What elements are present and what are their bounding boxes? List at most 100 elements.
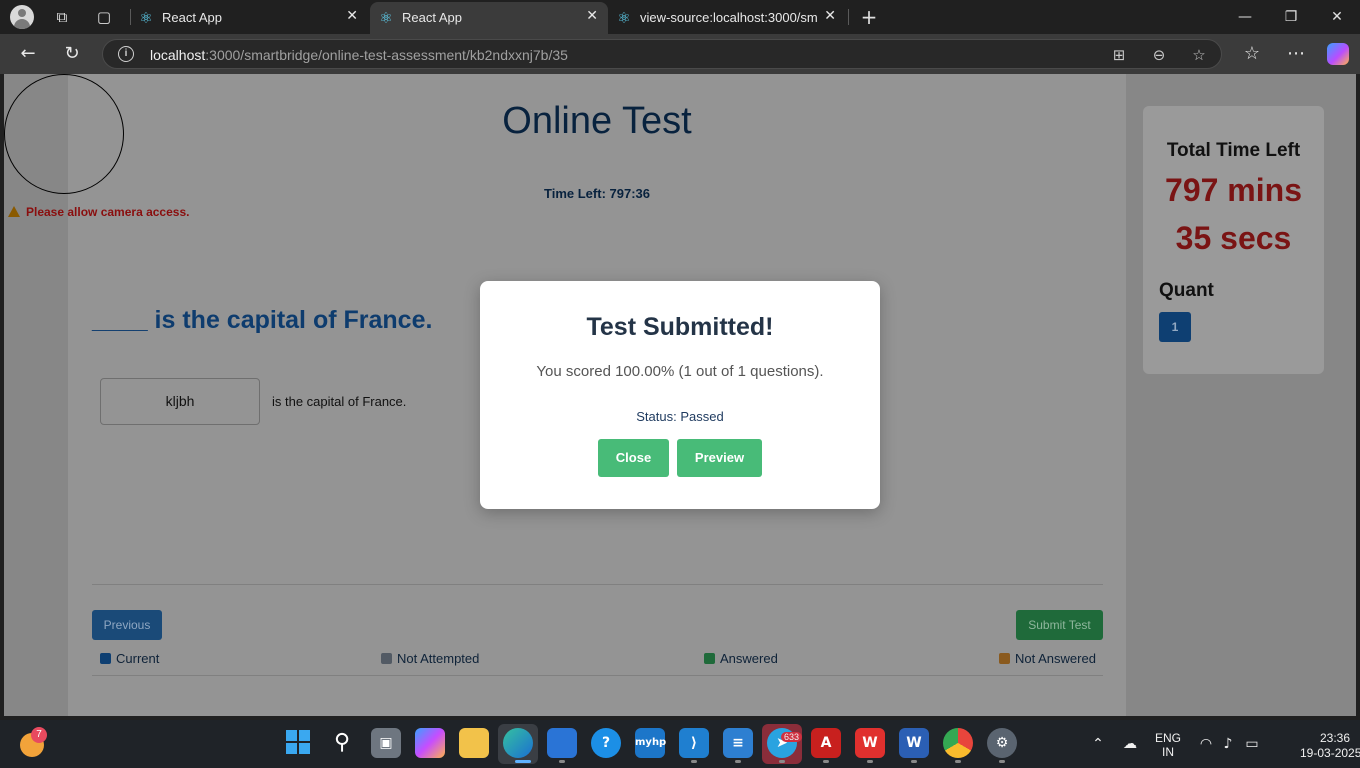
running-indicator bbox=[823, 760, 829, 763]
tab-close-icon[interactable]: ✕ bbox=[824, 8, 836, 24]
total-time-title: Total Time Left bbox=[1166, 140, 1301, 161]
profile-avatar-icon[interactable] bbox=[10, 5, 34, 29]
favorite-star-icon[interactable]: ☆ bbox=[1188, 44, 1210, 66]
new-tab-button[interactable]: + bbox=[858, 6, 880, 28]
tab-title: React App bbox=[162, 10, 222, 25]
address-bar[interactable]: i localhost:3000/smartbridge/online-test… bbox=[102, 39, 1222, 69]
myhp-icon[interactable]: myhp bbox=[635, 728, 666, 758]
url-text[interactable]: localhost:3000/smartbridge/online-test-a… bbox=[150, 47, 568, 63]
legend-swatch bbox=[381, 653, 392, 664]
workspaces-icon[interactable]: ⧉ bbox=[51, 6, 73, 28]
copilot-taskbar-icon[interactable] bbox=[415, 728, 445, 758]
volume-icon[interactable]: ♪ bbox=[1218, 734, 1238, 754]
running-indicator bbox=[911, 760, 917, 763]
windows-logo-svg bbox=[286, 730, 310, 754]
telegram-badge: 633 bbox=[781, 732, 803, 742]
copilot-icon[interactable] bbox=[1327, 43, 1349, 65]
favorites-icon[interactable]: ☆ bbox=[1240, 42, 1264, 66]
clock-date: 19-03-2025 bbox=[1300, 746, 1360, 760]
running-indicator bbox=[735, 760, 741, 763]
answer-input[interactable]: kljbh bbox=[100, 378, 260, 425]
lang-line2: IN bbox=[1162, 745, 1174, 759]
react-favicon-icon: ⚛ bbox=[379, 9, 393, 27]
tab-close-icon[interactable]: ✕ bbox=[346, 8, 358, 24]
page-viewport: Please allow camera access. Online Test … bbox=[4, 74, 1356, 716]
site-info-icon[interactable]: i bbox=[118, 46, 134, 62]
time-summary-card: Total Time Left 797 mins 35 secs Quant 1 bbox=[1143, 106, 1324, 374]
camera-warning-text: Please allow camera access. bbox=[26, 205, 190, 219]
legend-current: Current bbox=[100, 651, 159, 666]
search-icon[interactable]: ⚲ bbox=[327, 728, 357, 758]
modal-title: Test Submitted! bbox=[586, 313, 774, 341]
refresh-icon[interactable]: ↻ bbox=[60, 42, 84, 66]
running-indicator bbox=[999, 760, 1005, 763]
running-indicator bbox=[691, 760, 697, 763]
tab-react-app-2[interactable]: ⚛ React App ✕ bbox=[370, 2, 608, 34]
back-arrow-icon[interactable]: ← bbox=[16, 42, 40, 66]
battery-icon[interactable]: ▭ bbox=[1242, 734, 1262, 754]
test-submitted-modal: Test Submitted! You scored 100.00% (1 ou… bbox=[480, 281, 880, 509]
app-available-icon[interactable]: ⊞ bbox=[1108, 44, 1130, 66]
divider bbox=[92, 584, 1103, 585]
browser-tabstrip: ⧉ ▢ ⚛ React App ✕ ⚛ React App ✕ ⚛ view-s… bbox=[0, 0, 1360, 34]
close-button[interactable]: Close bbox=[598, 439, 669, 477]
submit-test-button[interactable]: Submit Test bbox=[1016, 610, 1103, 640]
running-indicator bbox=[515, 760, 531, 763]
lang-line1: ENG bbox=[1154, 731, 1181, 745]
restore-icon[interactable]: ❐ bbox=[1268, 5, 1314, 29]
legend-not-answered: Not Answered bbox=[999, 651, 1096, 666]
wps-office-icon[interactable]: W bbox=[855, 728, 885, 758]
clock[interactable]: 23:36 19-03-2025 bbox=[1300, 731, 1360, 761]
word-icon[interactable]: W bbox=[899, 728, 929, 758]
tab-view-source[interactable]: ⚛ view-source:localhost:3000/smartb ✕ bbox=[608, 2, 846, 34]
wifi-icon[interactable]: ◠ bbox=[1196, 734, 1216, 754]
help-icon[interactable]: ? bbox=[591, 728, 621, 758]
tab-title: view-source:localhost:3000/smartb bbox=[640, 10, 818, 25]
legend-label: Not Attempted bbox=[397, 651, 480, 666]
weather-badge: 7 bbox=[31, 727, 47, 743]
running-indicator bbox=[867, 760, 873, 763]
running-indicator bbox=[559, 760, 565, 763]
onedrive-icon[interactable]: ☁ bbox=[1120, 734, 1140, 754]
notepad-icon[interactable]: ≡ bbox=[723, 728, 753, 758]
settings-gear-icon[interactable]: ⚙ bbox=[987, 728, 1017, 758]
preview-button[interactable]: Preview bbox=[677, 439, 762, 477]
url-host: localhost bbox=[150, 47, 206, 63]
chevron-up-icon[interactable]: ⌃ bbox=[1088, 734, 1108, 754]
running-indicator bbox=[955, 760, 961, 763]
vscode-icon[interactable]: ⟩ bbox=[679, 728, 709, 758]
start-windows-icon[interactable] bbox=[283, 728, 313, 758]
task-view-icon[interactable]: ▣ bbox=[371, 728, 401, 758]
react-favicon-icon: ⚛ bbox=[617, 9, 631, 27]
warning-icon bbox=[8, 206, 20, 217]
legend-label: Current bbox=[116, 651, 160, 666]
legend-label: Answered bbox=[720, 651, 778, 666]
previous-button[interactable]: Previous bbox=[92, 610, 162, 640]
tab-title: React App bbox=[402, 10, 462, 25]
tab-separator bbox=[848, 9, 849, 25]
acrobat-icon[interactable]: A bbox=[811, 728, 841, 758]
question-nav-button[interactable]: 1 bbox=[1159, 312, 1191, 342]
legend-label: Not Answered bbox=[1015, 651, 1096, 666]
tab-react-app-1[interactable]: ⚛ React App ✕ bbox=[130, 2, 368, 34]
minimize-icon[interactable]: — bbox=[1222, 5, 1268, 29]
edge-browser-icon[interactable] bbox=[503, 728, 533, 758]
camera-warning: Please allow camera access. bbox=[8, 205, 189, 219]
divider bbox=[92, 675, 1103, 676]
legend-swatch bbox=[704, 653, 715, 664]
modal-score: You scored 100.00% (1 out of 1 questions… bbox=[536, 363, 824, 380]
question-text: ____ is the capital of France. bbox=[92, 306, 433, 334]
close-window-icon[interactable]: ✕ bbox=[1314, 5, 1360, 29]
legend-answered: Answered bbox=[704, 651, 778, 666]
chrome-icon[interactable] bbox=[943, 728, 973, 758]
legend-swatch bbox=[999, 653, 1010, 664]
store-icon[interactable] bbox=[547, 728, 577, 758]
browser-toolbar: ← ↻ i localhost:3000/smartbridge/online-… bbox=[0, 34, 1360, 74]
legend-not-attempted: Not Attempted bbox=[381, 651, 479, 666]
zoom-out-icon[interactable]: ⊖ bbox=[1148, 44, 1170, 66]
tab-actions-icon[interactable]: ▢ bbox=[93, 6, 115, 28]
file-explorer-icon[interactable] bbox=[459, 728, 489, 758]
more-menu-icon[interactable]: ⋯ bbox=[1284, 42, 1308, 66]
language-indicator[interactable]: ENG IN bbox=[1152, 731, 1184, 759]
tab-close-icon[interactable]: ✕ bbox=[586, 8, 598, 24]
